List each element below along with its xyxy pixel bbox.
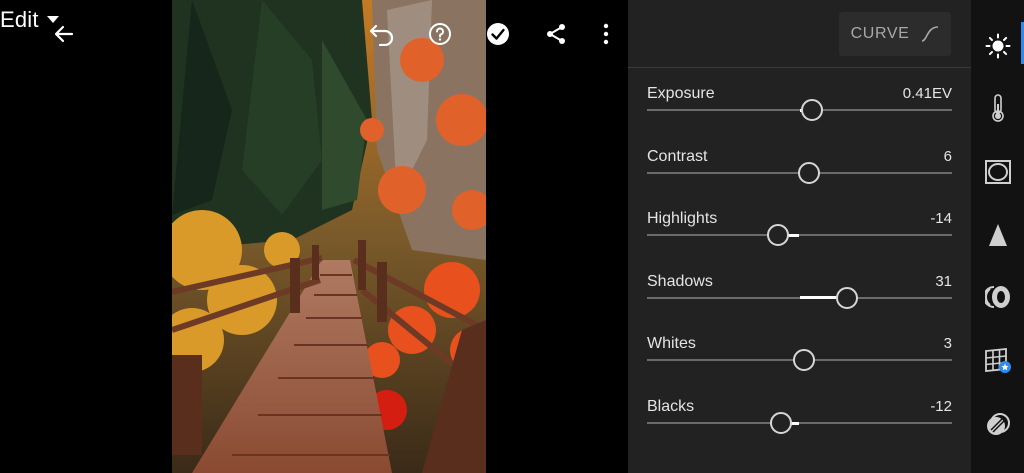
more-vertical-icon xyxy=(603,23,609,45)
slider-label: Highlights xyxy=(647,210,718,228)
slider-thumb[interactable] xyxy=(767,224,790,247)
slider-track[interactable] xyxy=(647,412,952,434)
more-options-button[interactable] xyxy=(586,14,626,54)
panel-header: CURVE xyxy=(628,0,971,68)
curve-button[interactable]: CURVE xyxy=(839,12,951,56)
slider-track[interactable] xyxy=(647,224,952,247)
thermometer-icon xyxy=(991,94,1004,122)
slider-row-exposure: Exposure 0.41EV xyxy=(647,85,952,143)
done-button[interactable] xyxy=(478,14,518,54)
slider-label: Whites xyxy=(647,335,696,353)
slider-row-blacks: Blacks -12 xyxy=(647,398,952,456)
share-icon xyxy=(547,24,565,44)
edit-mode-label: Edit xyxy=(0,7,39,32)
share-button[interactable] xyxy=(536,14,576,54)
slider-label: Exposure xyxy=(647,85,715,102)
slider-track[interactable] xyxy=(647,99,952,121)
curve-label: CURVE xyxy=(850,25,910,42)
help-button[interactable] xyxy=(420,14,460,54)
slider-thumb[interactable] xyxy=(770,412,793,434)
slider-row-whites: Whites 3 xyxy=(647,335,952,393)
photo-preview[interactable] xyxy=(172,0,486,473)
slider-track[interactable] xyxy=(647,349,952,372)
slider-label: Shadows xyxy=(647,272,713,290)
slider-value[interactable]: -12 xyxy=(930,398,952,415)
slider-row-shadows: Shadows 31 xyxy=(647,273,952,331)
lens-icon xyxy=(984,286,1010,308)
rail-item-detail[interactable] xyxy=(971,207,1024,263)
help-icon xyxy=(429,23,451,45)
vignette-icon xyxy=(984,160,1011,184)
slider-value[interactable]: 6 xyxy=(944,148,952,165)
light-adjustments-panel: CURVE Exposure 0.41EV Contrast 6 Highlights -… xyxy=(628,0,971,473)
slider-thumb[interactable] xyxy=(793,349,816,372)
slider-thumb[interactable] xyxy=(835,286,858,309)
slider-thumb[interactable] xyxy=(801,99,823,121)
curve-icon xyxy=(922,26,939,42)
slider-value[interactable]: 0.41EV xyxy=(903,85,952,102)
back-arrow-icon xyxy=(54,25,74,43)
undo-icon xyxy=(369,24,394,46)
rail-item-effects[interactable] xyxy=(971,144,1024,200)
slider-label: Contrast xyxy=(647,147,708,165)
rail-item-color[interactable] xyxy=(971,80,1024,136)
slider-track[interactable] xyxy=(647,161,952,184)
slider-thumb[interactable] xyxy=(797,161,820,184)
rail-item-presets[interactable] xyxy=(971,397,1024,453)
undo-button[interactable] xyxy=(362,14,402,54)
triangle-icon xyxy=(988,224,1007,246)
back-button[interactable] xyxy=(44,14,84,54)
slider-track[interactable] xyxy=(647,286,952,309)
slider-value[interactable]: 3 xyxy=(944,335,952,352)
slider-row-contrast: Contrast 6 xyxy=(647,148,952,206)
checkmark-icon xyxy=(487,23,509,45)
rail-item-light[interactable] xyxy=(971,18,1024,74)
grid-icon xyxy=(984,348,1011,373)
tool-rail xyxy=(971,0,1024,473)
photo-canvas-area: Edit xyxy=(0,0,628,473)
slider-row-highlights: Highlights -14 xyxy=(647,210,952,268)
rail-item-geometry[interactable] xyxy=(971,333,1024,389)
circles-icon xyxy=(986,413,1010,435)
slider-value[interactable]: -14 xyxy=(930,210,952,227)
sun-icon xyxy=(985,33,1010,59)
rail-item-optics[interactable] xyxy=(971,269,1024,325)
slider-label: Blacks xyxy=(647,398,695,415)
slider-value[interactable]: 31 xyxy=(935,273,952,290)
